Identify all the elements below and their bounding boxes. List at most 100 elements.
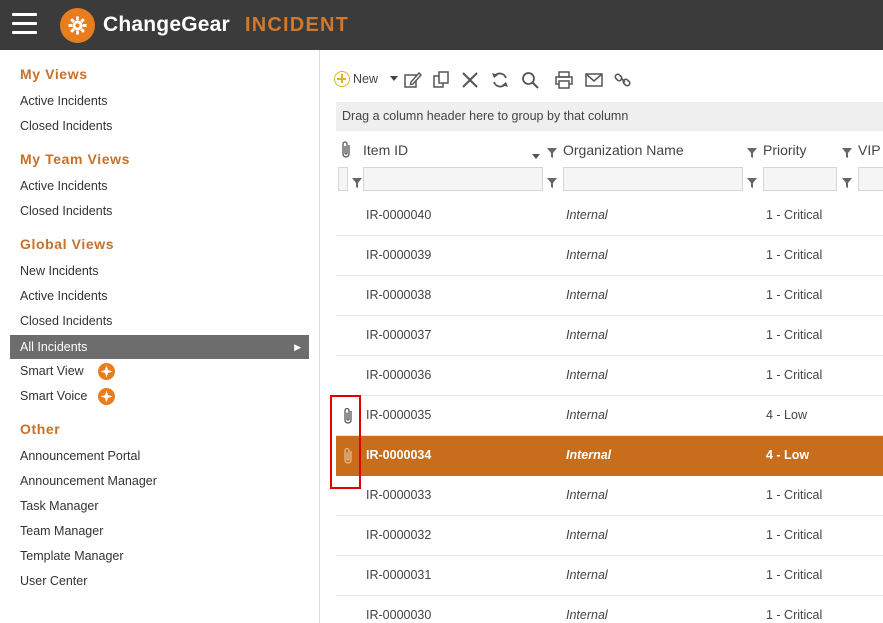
organization-cell: Internal <box>566 488 608 502</box>
organization-cell: Internal <box>566 208 608 222</box>
filter-icon[interactable] <box>842 175 852 188</box>
item-id-cell: IR-0000033 <box>366 488 432 502</box>
copy-icon[interactable] <box>431 70 451 90</box>
new-dropdown-caret-icon[interactable] <box>390 76 398 81</box>
attachment-highlight-box <box>330 395 361 489</box>
filter-icon[interactable] <box>352 175 362 188</box>
sidebar-item-template-manager[interactable]: Template Manager <box>10 544 309 568</box>
new-button-label: New <box>353 72 379 86</box>
filter-icon[interactable] <box>547 175 557 188</box>
link-icon[interactable] <box>613 70 633 90</box>
add-icon <box>334 71 350 87</box>
organization-cell: Internal <box>566 568 608 582</box>
sidebar-item-label: Smart Voice <box>20 389 88 403</box>
table-row[interactable]: IR-0000038 Internal 1 - Critical <box>336 276 883 316</box>
priority-cell: 4 - Low <box>766 408 807 422</box>
attachment-filter-input[interactable] <box>338 167 348 191</box>
table-row[interactable]: IR-0000036 Internal 1 - Critical <box>336 356 883 396</box>
item-id-cell: IR-0000036 <box>366 368 432 382</box>
sidebar-item-team-active-incidents[interactable]: Active Incidents <box>10 174 309 198</box>
table-row[interactable]: IR-0000037 Internal 1 - Critical <box>336 316 883 356</box>
section-title-my-views: My Views <box>20 66 88 82</box>
sidebar-item-smart-voice[interactable]: Smart Voice <box>10 384 309 408</box>
organization-cell: Internal <box>566 328 608 342</box>
edit-icon[interactable] <box>402 70 422 90</box>
item-id-cell: IR-0000034 <box>366 448 432 462</box>
priority-cell: 1 - Critical <box>766 488 823 502</box>
sidebar-item-all-incidents[interactable]: All Incidents ▶ <box>10 335 309 359</box>
vip-filter-input[interactable] <box>858 167 883 191</box>
item-id-filter-input[interactable] <box>363 167 543 191</box>
item-id-cell: IR-0000037 <box>366 328 432 342</box>
search-icon[interactable] <box>520 70 540 90</box>
sidebar-item-new-incidents[interactable]: New Incidents <box>10 259 309 283</box>
sidebar-item-my-active-incidents[interactable]: Active Incidents <box>10 89 309 113</box>
module-title: INCIDENT <box>245 14 350 36</box>
table-row[interactable]: IR-0000032 Internal 1 - Critical <box>336 516 883 556</box>
smart-feature-icon <box>98 388 115 405</box>
priority-cell: 1 - Critical <box>766 288 823 302</box>
organization-cell: Internal <box>566 528 608 542</box>
priority-cell: 1 - Critical <box>766 528 823 542</box>
item-id-cell: IR-0000040 <box>366 208 432 222</box>
section-title-my-team-views: My Team Views <box>20 151 130 167</box>
paperclip-icon <box>342 141 350 158</box>
table-row[interactable]: IR-0000033 Internal 1 - Critical <box>336 476 883 516</box>
sidebar-item-global-active-incidents[interactable]: Active Incidents <box>10 284 309 308</box>
top-bar: ChangeGear INCIDENT <box>0 0 883 50</box>
sidebar: My Views Active Incidents Closed Inciden… <box>0 50 320 623</box>
item-id-column-header[interactable]: Item ID <box>363 138 408 162</box>
sidebar-item-announcement-portal[interactable]: Announcement Portal <box>10 444 309 468</box>
filter-icon[interactable] <box>547 145 557 158</box>
organization-cell: Internal <box>566 408 608 422</box>
table-row[interactable]: IR-0000039 Internal 1 - Critical <box>336 236 883 276</box>
sidebar-item-task-manager[interactable]: Task Manager <box>10 494 309 518</box>
vip-column-header[interactable]: VIP <box>858 138 881 162</box>
sidebar-item-my-closed-incidents[interactable]: Closed Incidents <box>10 114 309 138</box>
item-id-cell: IR-0000030 <box>366 608 432 622</box>
sidebar-item-label: Smart View <box>20 364 84 378</box>
organization-filter-input[interactable] <box>563 167 743 191</box>
item-id-cell: IR-0000032 <box>366 528 432 542</box>
priority-cell: 4 - Low <box>766 448 810 462</box>
email-icon[interactable] <box>584 70 604 90</box>
group-by-drop-area[interactable]: Drag a column header here to group by th… <box>336 102 883 131</box>
table-row[interactable]: IR-0000040 Internal 1 - Critical <box>336 196 883 236</box>
priority-cell: 1 - Critical <box>766 328 823 342</box>
table-row[interactable]: IR-0000030 Internal 1 - Critical <box>336 596 883 623</box>
sidebar-item-user-center[interactable]: User Center <box>10 569 309 593</box>
delete-icon[interactable] <box>460 70 480 90</box>
item-id-cell: IR-0000031 <box>366 568 432 582</box>
sidebar-item-team-manager[interactable]: Team Manager <box>10 519 309 543</box>
priority-column-header[interactable]: Priority <box>763 138 807 162</box>
sidebar-item-announcement-manager[interactable]: Announcement Manager <box>10 469 309 493</box>
table-row[interactable]: IR-0000031 Internal 1 - Critical <box>336 556 883 596</box>
item-id-cell: IR-0000039 <box>366 248 432 262</box>
item-id-cell: IR-0000038 <box>366 288 432 302</box>
sort-desc-icon[interactable] <box>532 147 542 159</box>
toolbar: New <box>334 70 874 90</box>
organization-cell: Internal <box>566 288 608 302</box>
priority-cell: 1 - Critical <box>766 208 823 222</box>
print-icon[interactable] <box>554 70 574 90</box>
filter-icon[interactable] <box>747 145 757 158</box>
brand-name: ChangeGear <box>103 13 230 36</box>
changegear-logo-icon <box>60 8 95 43</box>
chevron-right-icon: ▶ <box>294 342 301 352</box>
sidebar-item-team-closed-incidents[interactable]: Closed Incidents <box>10 199 309 223</box>
table-row-selected[interactable]: IR-0000034 Internal 4 - Low <box>336 436 883 476</box>
sidebar-item-smart-view[interactable]: Smart View <box>10 359 309 383</box>
filter-icon[interactable] <box>842 145 852 158</box>
sidebar-item-global-closed-incidents[interactable]: Closed Incidents <box>10 309 309 333</box>
attachment-column-header[interactable] <box>340 138 360 162</box>
priority-filter-input[interactable] <box>763 167 837 191</box>
refresh-icon[interactable] <box>490 70 510 90</box>
priority-cell: 1 - Critical <box>766 568 823 582</box>
organization-name-column-header[interactable]: Organization Name <box>563 138 684 162</box>
hamburger-menu-icon[interactable] <box>12 13 37 35</box>
filter-icon[interactable] <box>747 175 757 188</box>
table-row[interactable]: IR-0000035 Internal 4 - Low <box>336 396 883 436</box>
organization-cell: Internal <box>566 448 612 462</box>
organization-cell: Internal <box>566 248 608 262</box>
item-id-cell: IR-0000035 <box>366 408 432 422</box>
